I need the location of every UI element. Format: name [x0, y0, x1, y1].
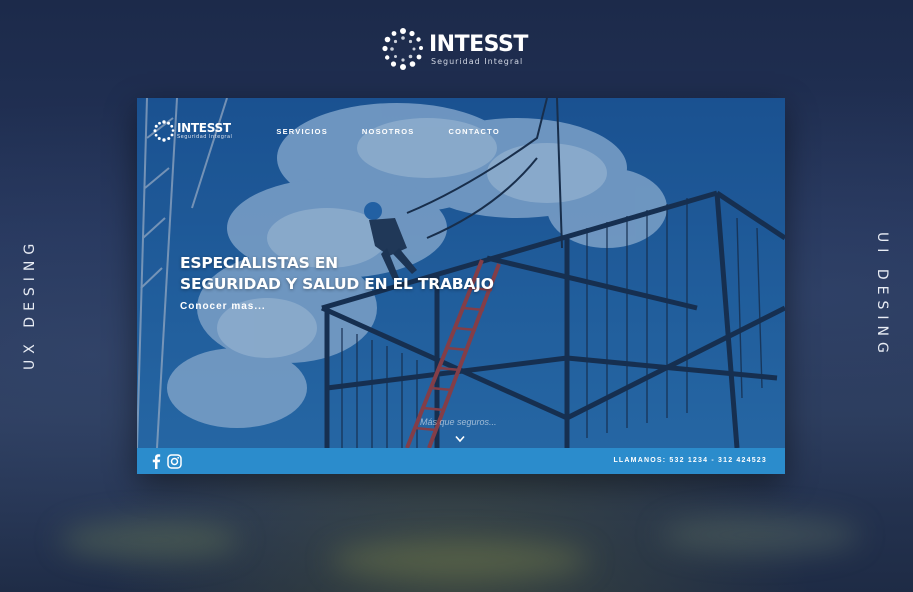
nav-link-servicios[interactable]: SERVICIOS	[276, 127, 328, 136]
chevron-down-icon[interactable]	[455, 435, 465, 443]
ux-design-label: UX DESING	[22, 237, 38, 370]
site-logo[interactable]: INTESST Seguridad Integral	[153, 120, 232, 142]
website-mockup: INTESST Seguridad Integral SERVICIOS NOS…	[137, 98, 785, 474]
brand-name: INTESST	[429, 31, 528, 57]
social-links	[151, 453, 182, 469]
hero-headline: ESPECIALISTAS EN SEGURIDAD Y SALUD EN EL…	[180, 253, 494, 295]
nav-link-nosotros[interactable]: NOSOTROS	[362, 127, 415, 136]
scroll-hint-text: Más que seguros...	[420, 417, 497, 427]
site-logo-tagline: Seguridad Integral	[177, 134, 233, 140]
background-glow	[660, 515, 860, 555]
learn-more-link[interactable]: Conocer mas...	[180, 301, 266, 312]
nav-link-contacto[interactable]: CONTACTO	[448, 127, 499, 136]
site-navbar: INTESST Seguridad Integral SERVICIOS NOS…	[153, 120, 534, 142]
site-footer-bar: LLAMANOS: 532 1234 - 312 424523	[137, 448, 785, 474]
hero-headline-line2: SEGURIDAD Y SALUD EN EL TRABAJO	[180, 275, 494, 293]
site-logo-name: INTESST	[177, 121, 231, 135]
background-glow	[60, 520, 240, 560]
facebook-icon[interactable]	[151, 453, 161, 469]
background-glow	[330, 540, 590, 580]
brand-tagline: Seguridad Integral	[431, 56, 524, 66]
ui-design-label: UI DESING	[874, 232, 890, 359]
site-menu: SERVICIOS NOSOTROS CONTACTO	[276, 127, 533, 136]
instagram-icon[interactable]	[167, 453, 182, 469]
brand-logo: INTESST Seguridad Integral	[381, 26, 531, 72]
hero-headline-line1: ESPECIALISTAS EN	[180, 254, 338, 272]
dotted-ring-icon	[382, 28, 423, 70]
phone-number: LLAMANOS: 532 1234 - 312 424523	[613, 457, 767, 464]
dotted-ring-icon	[153, 120, 175, 142]
